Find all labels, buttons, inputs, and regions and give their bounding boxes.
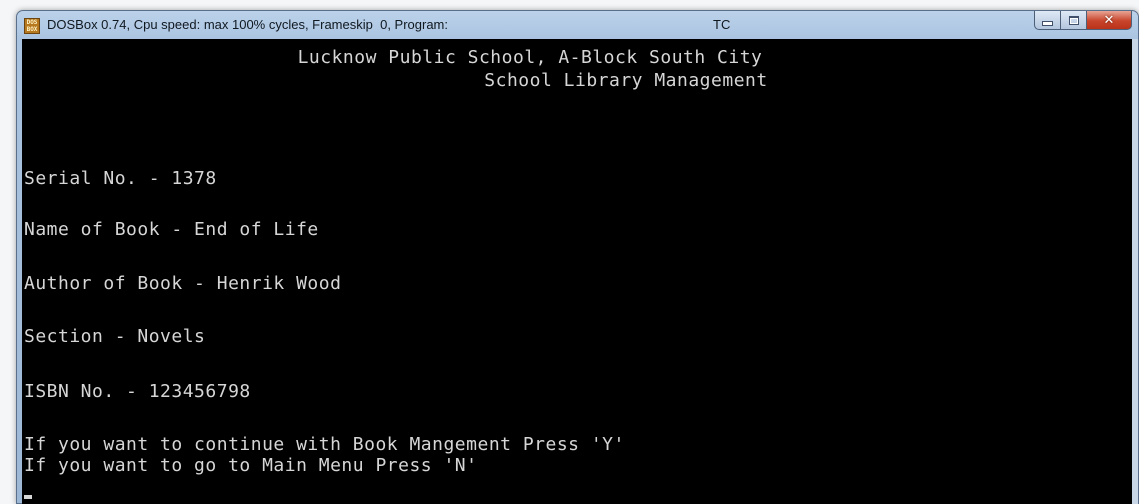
window-program-name: TC (713, 17, 731, 32)
minimize-button[interactable] (1034, 11, 1061, 30)
close-icon: ✕ (1103, 12, 1115, 28)
continue-prompt-line: If you want to continue with Book Mangem… (24, 434, 625, 455)
desktop: DOS BOX DOSBox 0.74, Cpu speed: max 100%… (0, 0, 1139, 504)
isbn-line: ISBN No. - 123456798 (24, 381, 251, 402)
book-name-line: Name of Book - End of Life (24, 219, 319, 240)
maximize-button[interactable] (1061, 11, 1087, 30)
dos-console-screen[interactable]: Lucknow Public School, A-Block South Cit… (22, 39, 1134, 504)
window-title: DOSBox 0.74, Cpu speed: max 100% cycles,… (47, 17, 449, 32)
system-title-heading: School Library Management (484, 70, 768, 91)
serial-number-line: Serial No. - 1378 (24, 168, 217, 189)
minimize-icon (1042, 20, 1053, 26)
main-menu-prompt-line: If you want to go to Main Menu Press 'N' (24, 455, 478, 476)
school-name-heading: Lucknow Public School, A-Block South Cit… (297, 47, 763, 68)
title-bar[interactable]: DOS BOX DOSBox 0.74, Cpu speed: max 100%… (17, 11, 1138, 39)
window-controls: ✕ (1034, 11, 1132, 31)
dosbox-app-icon[interactable]: DOS BOX (24, 18, 40, 34)
maximize-icon (1068, 15, 1079, 25)
close-button[interactable]: ✕ (1087, 11, 1132, 30)
section-line: Section - Novels (24, 326, 206, 347)
text-cursor (24, 495, 32, 499)
author-line: Author of Book - Henrik Wood (24, 273, 342, 294)
window-right-border (1132, 39, 1138, 504)
dosbox-window: DOS BOX DOSBox 0.74, Cpu speed: max 100%… (16, 10, 1139, 504)
